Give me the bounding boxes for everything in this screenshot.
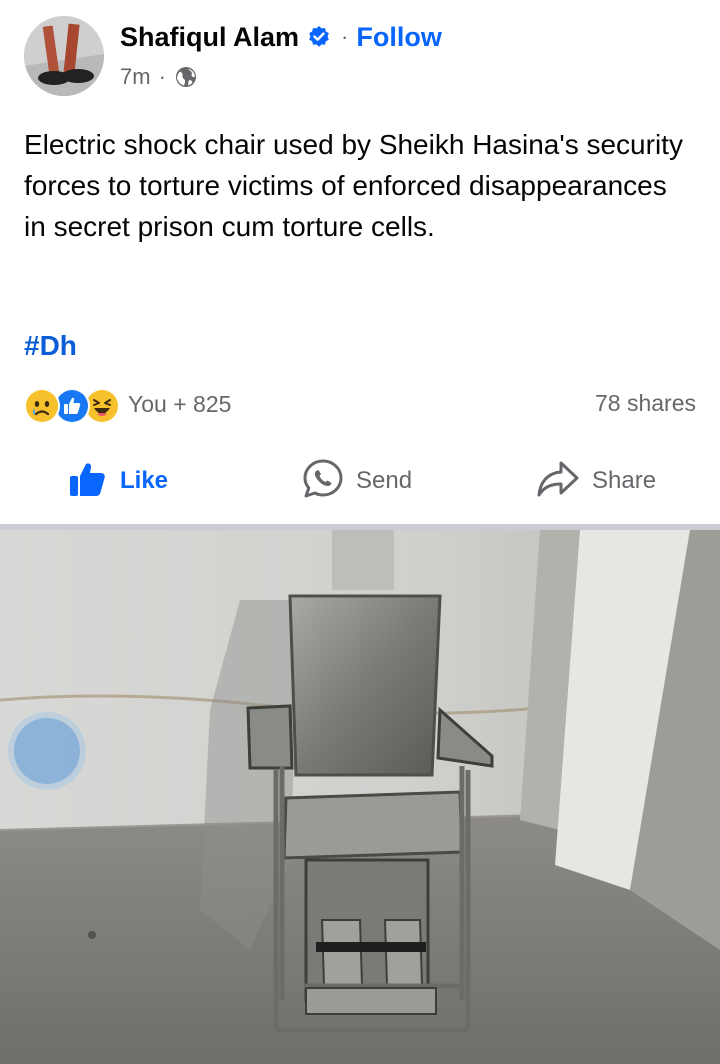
author-avatar[interactable] (24, 16, 104, 96)
globe-icon (174, 65, 198, 89)
thumbs-up-icon (68, 459, 108, 504)
separator-dot: · (341, 24, 349, 49)
send-button[interactable]: Send (302, 452, 412, 510)
meta-separator: · (158, 64, 166, 89)
author-name[interactable]: Shafiqul Alam (120, 22, 299, 53)
reaction-icons (24, 386, 124, 424)
messenger-whatsapp-icon (302, 458, 344, 505)
reaction-count: You + 825 (128, 390, 232, 417)
reaction-summary[interactable]: You + 825 (24, 386, 232, 424)
post-photo[interactable] (0, 530, 720, 1064)
like-button[interactable]: Like (68, 452, 168, 510)
follow-button[interactable]: Follow (356, 22, 441, 53)
share-button[interactable]: Share (536, 452, 656, 510)
send-label: Send (356, 467, 413, 494)
post-time[interactable]: 7m (120, 64, 151, 90)
like-label: Like (120, 467, 169, 494)
share-arrow-icon (536, 459, 580, 504)
floating-action-bubble[interactable] (14, 718, 80, 784)
post-header: Shafiqul Alam · Follow 7m · (0, 0, 720, 110)
hashtag-link[interactable]: #Dh (24, 330, 77, 362)
shares-count[interactable]: 78 shares (595, 390, 696, 417)
chair-photo-image (0, 530, 720, 1064)
author-row: Shafiqul Alam · Follow (120, 18, 442, 56)
avatar-photo (24, 16, 104, 96)
share-label: Share (592, 467, 657, 494)
post-meta: 7m · (120, 62, 198, 92)
verified-badge-icon (307, 25, 331, 49)
post-text: Electric shock chair used by Sheikh Hasi… (24, 129, 683, 242)
sad-emoji-icon (24, 388, 60, 424)
action-bar: Like Send Share (0, 452, 720, 510)
